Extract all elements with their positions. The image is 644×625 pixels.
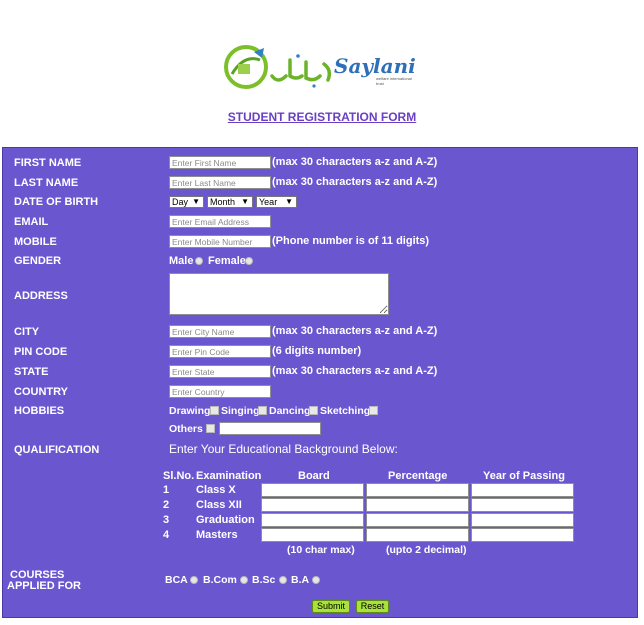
first-name-input[interactable] <box>169 156 271 169</box>
state-note: (max 30 characters a-z and A-Z) <box>272 365 438 377</box>
gender-male-radio[interactable] <box>195 257 203 265</box>
year-input-4[interactable] <box>471 528 574 542</box>
course-ba-radio[interactable] <box>312 576 320 584</box>
percentage-input-2[interactable] <box>366 498 469 512</box>
table-row-4-exam: Masters <box>196 529 238 541</box>
city-note: (max 30 characters a-z and A-Z) <box>272 325 438 337</box>
last-name-label: LAST NAME <box>14 177 79 189</box>
submit-button[interactable]: Submit <box>312 600 350 613</box>
last-name-input[interactable] <box>169 176 271 189</box>
table-row-1-no: 1 <box>163 484 170 496</box>
last-name-note: (max 30 characters a-z and A-Z) <box>272 176 438 188</box>
table-row-1-exam: Class X <box>196 484 236 496</box>
form-title: STUDENT REGISTRATION FORM <box>227 110 417 124</box>
hobby-others-input[interactable] <box>219 422 321 435</box>
city-label: CITY <box>14 326 40 338</box>
hobby-drawing-checkbox[interactable] <box>210 406 219 415</box>
table-row-2-no: 2 <box>163 499 170 511</box>
board-input-3[interactable] <box>261 513 364 527</box>
gender-male-label: Male <box>169 255 194 267</box>
table-header-year: Year of Passing <box>483 470 565 482</box>
hobby-dancing-label: Dancing <box>269 405 311 417</box>
state-label: STATE <box>14 366 49 378</box>
table-row-3-exam: Graduation <box>196 514 255 526</box>
percentage-input-1[interactable] <box>366 483 469 497</box>
hobby-singing-checkbox[interactable] <box>258 406 267 415</box>
first-name-label: FIRST NAME <box>14 157 82 169</box>
email-input[interactable] <box>169 215 271 228</box>
year-select[interactable]: Year ▼ <box>256 196 297 208</box>
course-bsc-label: B.Sc <box>252 574 276 586</box>
board-input-1[interactable] <box>261 483 364 497</box>
state-input[interactable] <box>169 365 271 378</box>
table-row-3-no: 3 <box>163 514 170 526</box>
logo-tagline: welfare international trust <box>376 76 412 86</box>
mobile-input[interactable] <box>169 235 271 248</box>
course-bcom-label: B.Com <box>203 574 237 586</box>
table-header-examination: Examination <box>196 470 262 482</box>
mobile-note: (Phone number is of 11 digits) <box>272 235 430 247</box>
course-bsc-radio[interactable] <box>279 576 287 584</box>
qualification-label: QUALIFICATION <box>14 444 100 456</box>
course-ba-label: B.A <box>291 574 310 586</box>
gender-female-radio[interactable] <box>245 257 253 265</box>
mobile-label: MOBILE <box>14 236 57 248</box>
gender-female-label: Female <box>208 255 246 267</box>
pin-code-label: PIN CODE <box>14 346 68 358</box>
pin-code-input[interactable] <box>169 345 271 358</box>
hobby-dancing-checkbox[interactable] <box>309 406 318 415</box>
year-input-2[interactable] <box>471 498 574 512</box>
logo-urdu-text-icon <box>270 54 332 88</box>
saylani-logo: Saylani welfare international trust <box>224 44 416 94</box>
email-label: EMAIL <box>14 216 49 228</box>
logo-emblem-icon <box>224 45 268 89</box>
hobby-sketching-label: Sketching <box>320 405 371 417</box>
registration-form-panel: FIRST NAME (max 30 characters a-z and A-… <box>2 147 638 618</box>
hobby-drawing-label: Drawing <box>169 405 211 417</box>
day-select-value: Day <box>172 197 189 207</box>
table-header-percentage: Percentage <box>388 470 448 482</box>
first-name-note: (max 30 characters a-z and A-Z) <box>272 156 438 168</box>
courses-label-line2: APPLIED FOR <box>7 580 81 592</box>
board-note: (10 char max) <box>287 544 355 556</box>
percentage-input-3[interactable] <box>366 513 469 527</box>
hobby-others-label: Others <box>169 423 203 435</box>
month-select[interactable]: Month ▼ <box>207 196 253 208</box>
address-label: ADDRESS <box>14 290 68 302</box>
year-input-1[interactable] <box>471 483 574 497</box>
table-row-2-exam: Class XII <box>196 499 242 511</box>
table-header-board: Board <box>298 470 330 482</box>
qualification-intro: Enter Your Educational Background Below: <box>169 442 398 456</box>
board-input-2[interactable] <box>261 498 364 512</box>
day-select[interactable]: Day ▼ <box>169 196 204 208</box>
month-select-value: Month <box>210 197 236 207</box>
table-header-slno: Sl.No. <box>163 470 195 482</box>
dropdown-arrow-icon: ▼ <box>241 197 249 206</box>
pin-code-note: (6 digits number) <box>272 345 362 357</box>
board-input-4[interactable] <box>261 528 364 542</box>
country-input[interactable] <box>169 385 271 398</box>
table-row-4-no: 4 <box>163 529 170 541</box>
country-label: COUNTRY <box>14 386 68 398</box>
course-bcom-radio[interactable] <box>240 576 248 584</box>
percentage-note: (upto 2 decimal) <box>386 544 467 556</box>
logo-wordmark: Saylani <box>334 54 416 78</box>
address-textarea[interactable] <box>169 273 389 315</box>
dropdown-arrow-icon: ▼ <box>285 197 293 206</box>
year-select-value: Year <box>259 197 278 207</box>
hobby-sketching-checkbox[interactable] <box>369 406 378 415</box>
course-bca-radio[interactable] <box>190 576 198 584</box>
hobbies-label: HOBBIES <box>14 405 65 417</box>
dropdown-arrow-icon: ▼ <box>192 197 200 206</box>
percentage-input-4[interactable] <box>366 528 469 542</box>
year-input-3[interactable] <box>471 513 574 527</box>
course-bca-label: BCA <box>165 574 188 586</box>
city-input[interactable] <box>169 325 271 338</box>
reset-button[interactable]: Reset <box>356 600 389 613</box>
hobby-others-checkbox[interactable] <box>206 424 215 433</box>
gender-label: GENDER <box>14 255 62 267</box>
hobby-singing-label: Singing <box>221 405 260 417</box>
dob-label: DATE OF BIRTH <box>14 196 99 208</box>
